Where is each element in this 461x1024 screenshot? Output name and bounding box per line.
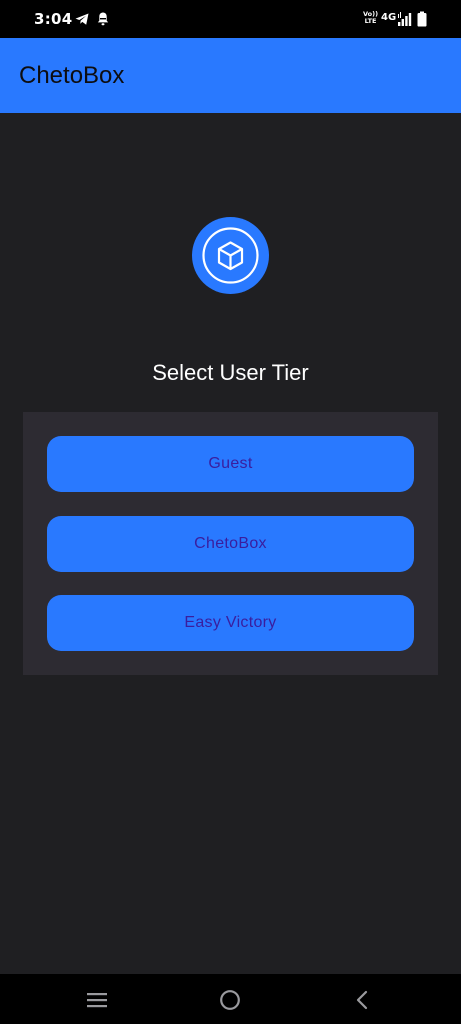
recent-apps-icon[interactable] [84, 987, 110, 1013]
volte-indicator: Vo)) LTE [363, 10, 379, 25]
guest-tier-button[interactable]: Guest [47, 436, 414, 492]
select-tier-heading: Select User Tier [152, 360, 309, 385]
app-title: ChetoBox [19, 62, 125, 89]
battery-icon [417, 11, 427, 27]
app-logo [192, 217, 269, 294]
easy-victory-tier-button[interactable]: Easy Victory [47, 595, 414, 651]
system-nav-bar [0, 974, 461, 1024]
telegram-icon [75, 13, 89, 25]
cube-icon [202, 227, 259, 284]
back-icon[interactable] [350, 987, 376, 1013]
network-type-label: 4G [381, 12, 397, 23]
app-bar: ChetoBox [0, 38, 461, 113]
home-icon[interactable] [217, 987, 243, 1013]
status-bar: 3:04 Vo)) LTE 4G [0, 0, 461, 38]
chetobox-tier-button[interactable]: ChetoBox [47, 516, 414, 572]
status-time: 3:04 [34, 10, 73, 28]
signal-icon [398, 12, 412, 26]
tier-panel: Guest ChetoBox Easy Victory [23, 412, 438, 675]
notification-bell-icon [97, 12, 109, 26]
